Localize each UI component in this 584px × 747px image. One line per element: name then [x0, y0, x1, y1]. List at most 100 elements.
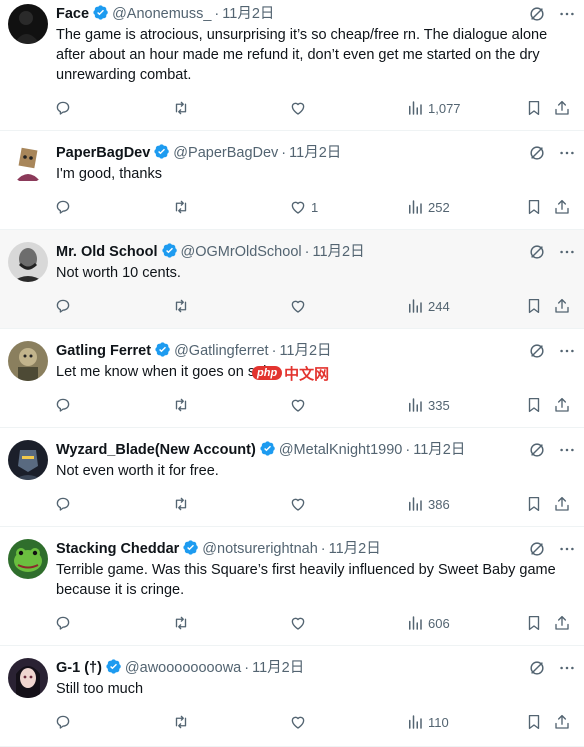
- share-button[interactable]: [553, 296, 571, 316]
- tweet-date[interactable]: 11月2日: [413, 442, 465, 458]
- grok-icon[interactable]: [528, 243, 546, 261]
- bookmark-button[interactable]: [525, 98, 543, 118]
- views-button[interactable]: 606: [406, 613, 450, 633]
- grok-icon[interactable]: [528, 5, 546, 23]
- tweet-header: Face @Anonemuss_ · 11月2日: [56, 4, 534, 24]
- repost-button[interactable]: [172, 98, 194, 118]
- views-button[interactable]: 252: [406, 197, 450, 217]
- tweet-date[interactable]: 11月2日: [312, 244, 364, 260]
- repost-button[interactable]: [172, 613, 194, 633]
- share-button[interactable]: [553, 613, 571, 633]
- user-handle[interactable]: @Anonemuss_: [112, 6, 211, 22]
- more-options-icon[interactable]: [558, 659, 576, 677]
- share-button[interactable]: [553, 395, 571, 415]
- reply-button[interactable]: [54, 613, 76, 633]
- like-button[interactable]: [289, 494, 311, 514]
- reply-icon: [56, 398, 70, 412]
- more-options-icon[interactable]: [558, 342, 576, 360]
- like-button[interactable]: [289, 395, 311, 415]
- repost-button[interactable]: [172, 296, 194, 316]
- like-button[interactable]: 1: [289, 197, 318, 217]
- share-button[interactable]: [553, 98, 571, 118]
- tweet-item[interactable]: G-1 (†) @awoooooooowa · 11月2日 Still too muc…: [0, 646, 584, 747]
- user-handle[interactable]: @notsurerightnah: [202, 541, 317, 557]
- views-button[interactable]: 1,077: [406, 98, 461, 118]
- reply-button[interactable]: [54, 98, 76, 118]
- avatar[interactable]: [8, 539, 48, 579]
- reply-button[interactable]: [54, 296, 76, 316]
- tweet-item[interactable]: Wyzard_Blade(New Account) @MetalKnight199…: [0, 428, 584, 527]
- display-name[interactable]: Stacking Cheddar: [56, 541, 179, 557]
- display-name[interactable]: G-1 (†): [56, 660, 102, 676]
- tweet-item[interactable]: Mr. Old School @OGMrOldSchool · 11月2日 Not w…: [0, 230, 584, 329]
- user-handle[interactable]: @awoooooooowa: [125, 660, 241, 676]
- bookmark-button[interactable]: [525, 395, 543, 415]
- repost-button[interactable]: [172, 494, 194, 514]
- display-name[interactable]: Face: [56, 6, 89, 22]
- bookmark-button[interactable]: [525, 712, 543, 732]
- like-button[interactable]: [289, 296, 311, 316]
- avatar[interactable]: [8, 658, 48, 698]
- repost-button[interactable]: [172, 395, 194, 415]
- reply-button[interactable]: [54, 395, 76, 415]
- tweet-item[interactable]: PaperBagDev @PaperBagDev · 11月2日 I'm good, …: [0, 131, 584, 230]
- display-name[interactable]: Wyzard_Blade(New Account): [56, 442, 256, 458]
- user-handle[interactable]: @PaperBagDev: [173, 145, 278, 161]
- more-options-icon[interactable]: [558, 144, 576, 162]
- tweet-text: The game is atrocious, unsurprising it’s…: [56, 27, 548, 83]
- bookmark-button[interactable]: [525, 197, 543, 217]
- repost-button[interactable]: [172, 712, 194, 732]
- reply-button[interactable]: [54, 197, 76, 217]
- like-button[interactable]: [289, 712, 311, 732]
- bookmark-icon: [528, 615, 540, 631]
- bookmark-button[interactable]: [525, 494, 543, 514]
- views-button[interactable]: 244: [406, 296, 450, 316]
- user-handle[interactable]: @OGMrOldSchool: [181, 244, 302, 260]
- tweet-date[interactable]: 11月2日: [279, 343, 331, 359]
- like-button[interactable]: [289, 98, 311, 118]
- repost-button[interactable]: [172, 197, 194, 217]
- bookmark-button[interactable]: [525, 613, 543, 633]
- grok-icon[interactable]: [528, 144, 546, 162]
- grok-icon[interactable]: [528, 441, 546, 459]
- grok-icon[interactable]: [528, 342, 546, 360]
- heart-icon: [291, 300, 305, 313]
- tweet-item[interactable]: Face @Anonemuss_ · 11月2日 The game is atroci…: [0, 0, 584, 131]
- reply-icon: [56, 101, 70, 115]
- user-handle[interactable]: @MetalKnight1990: [279, 442, 403, 458]
- views-chart-icon: [409, 398, 422, 412]
- more-options-icon[interactable]: [558, 441, 576, 459]
- grok-icon[interactable]: [528, 659, 546, 677]
- share-button[interactable]: [553, 197, 571, 217]
- like-button[interactable]: [289, 613, 311, 633]
- views-button[interactable]: 386: [406, 494, 450, 514]
- avatar[interactable]: [8, 242, 48, 282]
- action-bar: 244: [0, 296, 584, 316]
- share-button[interactable]: [553, 494, 571, 514]
- tweet-date[interactable]: 11月2日: [289, 145, 341, 161]
- avatar[interactable]: [8, 143, 48, 183]
- avatar[interactable]: [8, 341, 48, 381]
- more-options-icon[interactable]: [558, 243, 576, 261]
- tweet-date[interactable]: 11月2日: [222, 6, 274, 22]
- display-name[interactable]: PaperBagDev: [56, 145, 150, 161]
- bookmark-button[interactable]: [525, 296, 543, 316]
- user-handle[interactable]: @Gatlingferret: [174, 343, 269, 359]
- share-button[interactable]: [553, 712, 571, 732]
- tweet-date[interactable]: 11月2日: [252, 660, 304, 676]
- tweet-date[interactable]: 11月2日: [329, 541, 381, 557]
- reply-button[interactable]: [54, 712, 76, 732]
- display-name[interactable]: Gatling Ferret: [56, 343, 151, 359]
- display-name[interactable]: Mr. Old School: [56, 244, 158, 260]
- repost-icon: [175, 200, 187, 214]
- avatar[interactable]: [8, 4, 48, 44]
- more-options-icon[interactable]: [558, 540, 576, 558]
- grok-icon[interactable]: [528, 540, 546, 558]
- views-button[interactable]: 110: [406, 712, 449, 732]
- avatar[interactable]: [8, 440, 48, 480]
- tweet-item[interactable]: Stacking Cheddar @notsurerightnah · 11月2日 T…: [0, 527, 584, 646]
- views-button[interactable]: 335: [406, 395, 450, 415]
- separator-dot: ·: [271, 343, 277, 359]
- more-options-icon[interactable]: [558, 5, 576, 23]
- reply-button[interactable]: [54, 494, 76, 514]
